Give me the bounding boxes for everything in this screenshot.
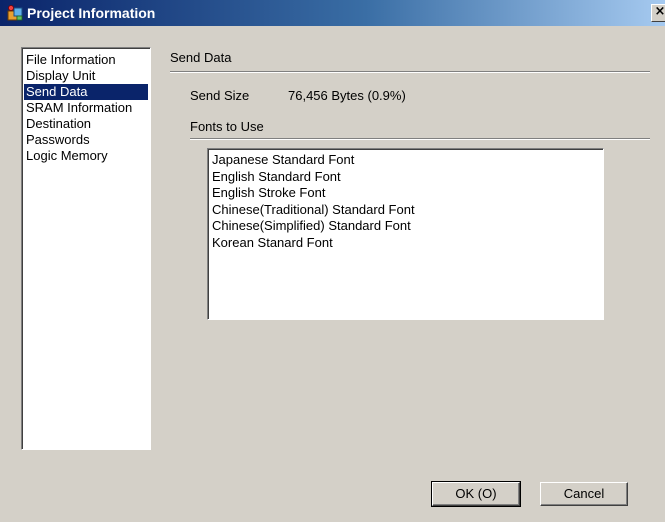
list-item[interactable]: English Standard Font: [212, 169, 603, 186]
nav-item-display-unit[interactable]: Display Unit: [24, 68, 148, 84]
fonts-section-title: Fonts to Use: [190, 119, 264, 134]
send-size-label: Send Size: [190, 88, 250, 103]
ok-button[interactable]: OK (O): [431, 481, 521, 507]
send-size-value: 76,456 Bytes (0.9%): [288, 88, 406, 103]
list-item[interactable]: English Stroke Font: [212, 185, 603, 202]
nav-item-passwords[interactable]: Passwords: [24, 132, 148, 148]
list-item[interactable]: Korean Stanard Font: [212, 235, 603, 252]
nav-item-destination[interactable]: Destination: [24, 116, 148, 132]
close-button[interactable]: ×: [651, 4, 665, 22]
nav-item-logic-memory[interactable]: Logic Memory: [24, 148, 148, 164]
cancel-button[interactable]: Cancel: [540, 482, 628, 506]
category-list[interactable]: File Information Display Unit Send Data …: [21, 47, 151, 450]
nav-item-file-information[interactable]: File Information: [24, 52, 148, 68]
section-title: Send Data: [170, 50, 232, 65]
project-info-icon: [7, 5, 23, 21]
list-item[interactable]: Chinese(Traditional) Standard Font: [212, 202, 603, 219]
fonts-list[interactable]: Japanese Standard Font English Standard …: [207, 148, 604, 320]
fonts-section-divider: [190, 138, 650, 140]
project-information-dialog: Project Information × File Information D…: [0, 0, 665, 522]
list-item[interactable]: Japanese Standard Font: [212, 152, 603, 169]
window-title: Project Information: [27, 5, 156, 21]
section-divider: [170, 71, 650, 73]
title-bar[interactable]: Project Information ×: [0, 0, 665, 26]
nav-item-send-data[interactable]: Send Data: [24, 84, 148, 100]
close-icon: ×: [654, 4, 665, 19]
list-item[interactable]: Chinese(Simplified) Standard Font: [212, 218, 603, 235]
nav-item-sram-information[interactable]: SRAM Information: [24, 100, 148, 116]
